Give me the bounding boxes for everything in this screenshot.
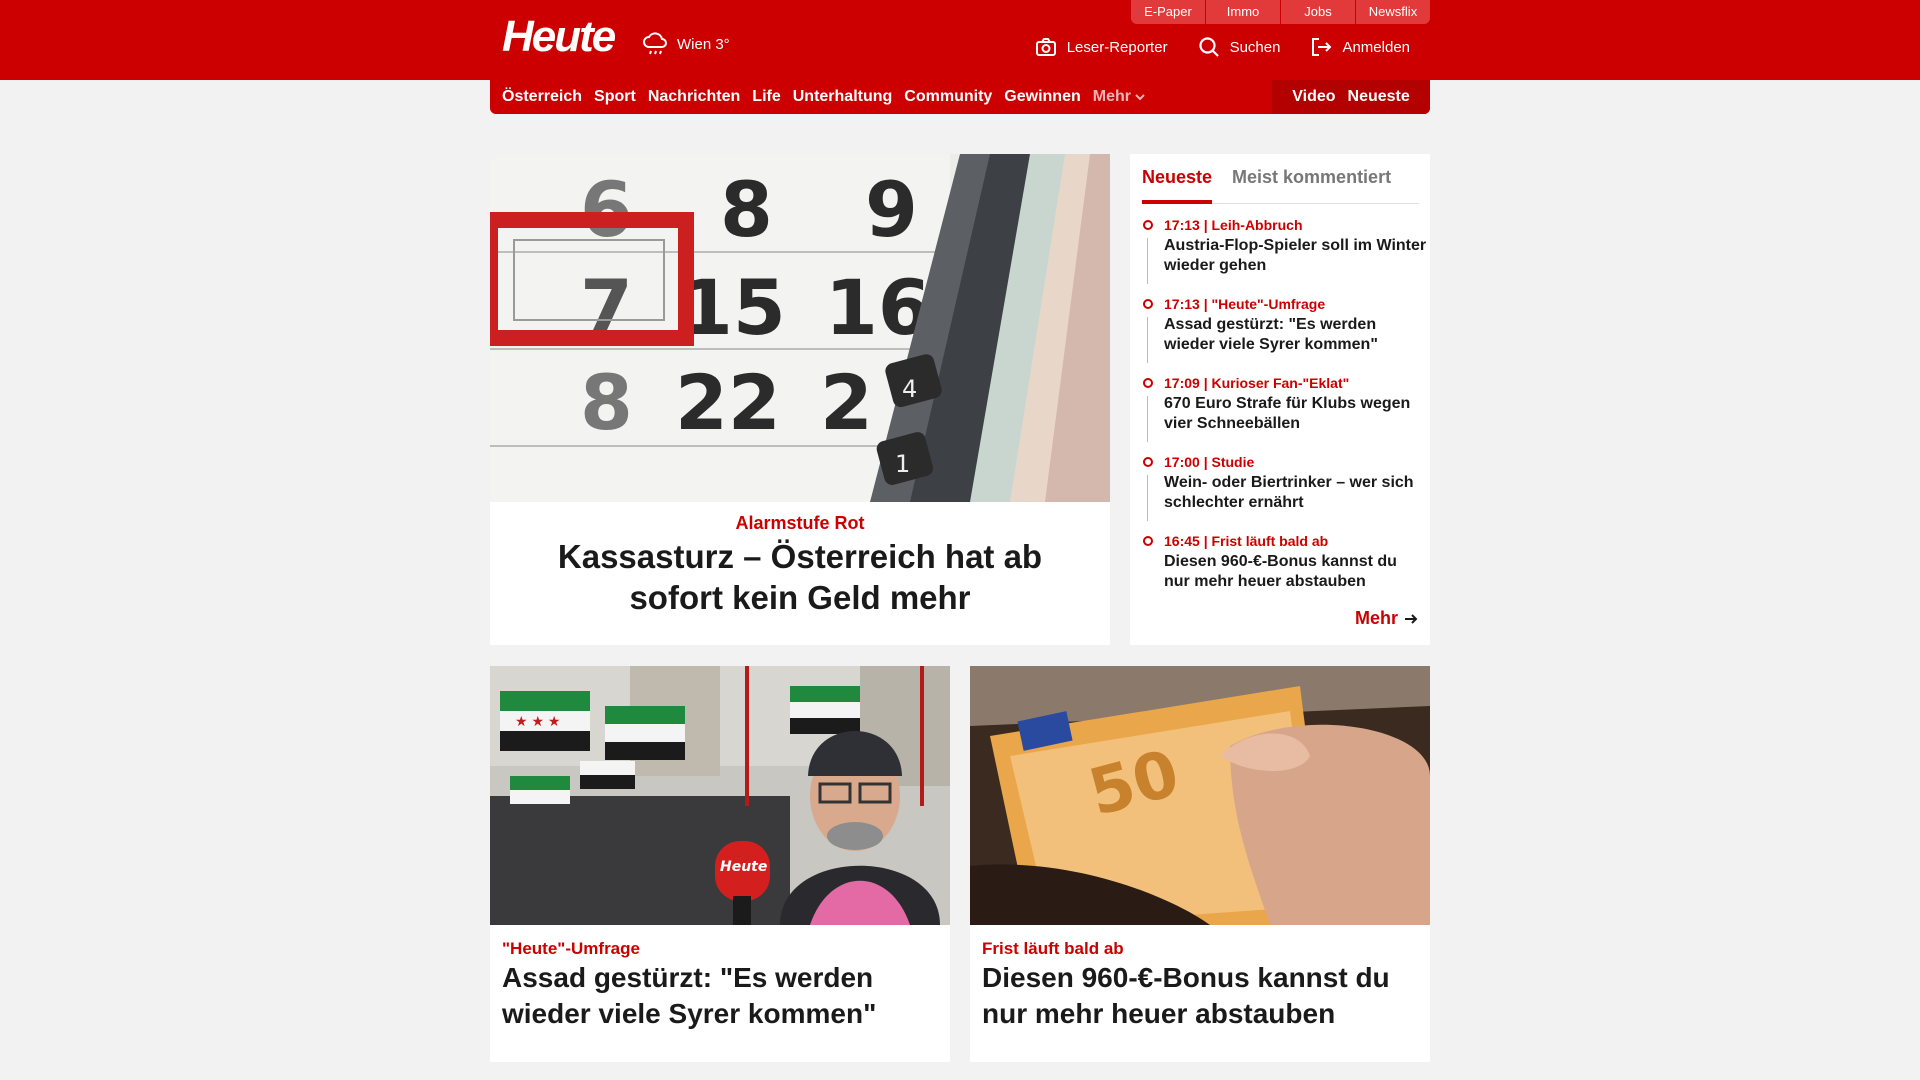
search-icon [1198,37,1219,57]
camera-icon [1035,38,1056,56]
search-label: Suchen [1229,38,1281,56]
list-item[interactable]: 17:09 | Kurioser Fan-"Eklat" 670 Euro St… [1142,374,1427,453]
timeline-dot-icon [1143,457,1153,467]
feed-item-headline[interactable]: 670 Euro Strafe für Klubs wegen vier Sch… [1164,394,1427,434]
article-image-assad[interactable]: ★ ★ ★ Heute [490,666,950,925]
card-kicker[interactable]: "Heute"-Umfrage [502,939,640,959]
more-news-label: Mehr [1354,608,1398,628]
article-card-bonus[interactable]: 50 Frist läuft bald ab Diesen 960-€-Bonu… [970,666,1430,1062]
nav-item-video[interactable]: Video [1292,88,1335,106]
feed-item-headline[interactable]: Diesen 960-€-Bonus kannst du nur mehr he… [1164,552,1427,592]
tab-meist-kommentiert[interactable]: Meist kommentiert [1232,164,1391,203]
feed-item-meta: 16:45 | Frist läuft bald ab [1164,533,1329,549]
list-item[interactable]: 16:45 | Frist läuft bald ab Diesen 960-€… [1142,532,1427,611]
nav-item-community[interactable]: Community [904,88,992,106]
leser-reporter-button[interactable]: Leser-Reporter [1035,36,1168,58]
more-news-link[interactable]: Mehr [1355,608,1418,629]
nav-item-unterhaltung[interactable]: Unterhaltung [793,88,893,106]
hero-kicker[interactable]: Alarmstufe Rot [490,513,1110,534]
timeline-dot-icon [1143,536,1153,546]
search-button[interactable]: Suchen [1198,36,1281,58]
feed-item-meta: 17:00 | Studie [1164,454,1255,470]
tab-neueste[interactable]: Neueste [1142,164,1213,204]
nav-item-sport[interactable]: Sport [594,88,636,106]
svg-text:2: 2 [820,358,873,447]
timeline-dot-icon [1143,378,1153,388]
header-inner: E-Paper Immo Jobs Newsflix Heute Wien 3°… [490,0,1430,80]
news-feed: 17:13 | Leih-Abbruch Austria-Flop-Spiele… [1142,216,1427,611]
arrow-right-icon [1405,613,1418,624]
header-actions: Leser-Reporter Suchen Anmelden [1035,36,1410,58]
service-jobs-link[interactable]: Jobs [1281,0,1355,24]
card-kicker[interactable]: Frist läuft bald ab [982,939,1124,959]
nav-right: Video Neueste [1272,80,1430,114]
timeline-line [1147,396,1148,442]
service-links: E-Paper Immo Jobs Newsflix [1131,0,1430,24]
weather-label: Wien 3° [677,35,730,53]
service-newsflix-link[interactable]: Newsflix [1356,0,1430,24]
nav-item-neueste[interactable]: Neueste [1348,88,1410,106]
list-item[interactable]: 17:00 | Studie Wein- oder Biertrinker – … [1142,453,1427,532]
timeline-line [1147,238,1148,284]
hero-headline[interactable]: Kassasturz – Österreich hat ab sofort ke… [510,536,1090,618]
hero-article[interactable]: 6 8 9 7 15 16 8 22 2 4 1 Alarmstufe Rot … [490,154,1110,645]
svg-text:22: 22 [675,358,781,447]
nav-items: Österreich Sport Nachrichten Life Unterh… [502,80,1145,114]
service-epaper-link[interactable]: E-Paper [1131,0,1205,24]
timeline-dot-icon [1143,299,1153,309]
feed-item-meta: 17:13 | "Heute"-Umfrage [1164,296,1326,312]
login-label: Anmelden [1342,38,1410,56]
card-headline[interactable]: Assad gestürzt: "Es werden wieder viele … [502,960,938,1032]
nav-more-label: Mehr [1092,88,1131,105]
timeline-dot-icon [1143,220,1153,230]
svg-text:15: 15 [680,263,786,352]
leser-reporter-label: Leser-Reporter [1066,38,1168,56]
main-nav: Österreich Sport Nachrichten Life Unterh… [490,80,1430,114]
timeline-line [1147,475,1148,521]
svg-text:8: 8 [720,165,773,254]
site-logo[interactable]: Heute [502,12,616,62]
svg-text:★ ★ ★: ★ ★ ★ [515,713,560,729]
feed-item-headline[interactable]: Austria-Flop-Spieler soll im Winter wied… [1164,236,1427,276]
nav-item-gewinnen[interactable]: Gewinnen [1004,88,1080,106]
chevron-down-icon [1135,94,1145,101]
feed-item-meta: 17:09 | Kurioser Fan-"Eklat" [1164,375,1350,391]
rain-cloud-icon [643,32,667,55]
feed-item-headline[interactable]: Assad gestürzt: "Es werden wieder viele … [1164,315,1427,355]
login-button[interactable]: Anmelden [1310,36,1410,58]
svg-text:8: 8 [580,358,633,447]
service-immo-link[interactable]: Immo [1206,0,1280,24]
svg-text:1: 1 [895,450,910,478]
nav-item-life[interactable]: Life [752,88,780,106]
hero-image[interactable]: 6 8 9 7 15 16 8 22 2 4 1 [490,154,1110,502]
sidebar-tabs: Neueste Meist kommentiert [1142,164,1419,204]
nav-item-oesterreich[interactable]: Österreich [502,88,582,106]
login-icon [1312,38,1332,56]
article-card-assad[interactable]: ★ ★ ★ Heute "Heute"-Umfrage Assad gestür… [490,666,950,1062]
list-item[interactable]: 17:13 | Leih-Abbruch Austria-Flop-Spiele… [1142,216,1427,295]
latest-news-sidebar: Neueste Meist kommentiert 17:13 | Leih-A… [1130,154,1430,645]
feed-item-headline[interactable]: Wein- oder Biertrinker – wer sich schlec… [1164,473,1427,513]
svg-text:4: 4 [902,375,917,403]
article-image-bonus[interactable]: 50 [970,666,1430,925]
timeline-line [1147,317,1148,363]
weather-widget[interactable]: Wien 3° [641,30,730,58]
nav-item-nachrichten[interactable]: Nachrichten [648,88,740,106]
site-header: E-Paper Immo Jobs Newsflix Heute Wien 3°… [0,0,1920,80]
svg-text:Heute: Heute [720,859,767,875]
svg-text:9: 9 [865,165,918,254]
nav-more-dropdown[interactable]: Mehr [1093,88,1145,106]
feed-item-meta: 17:13 | Leih-Abbruch [1164,217,1303,233]
card-headline[interactable]: Diesen 960-€-Bonus kannst du nur mehr he… [982,960,1418,1032]
list-item[interactable]: 17:13 | "Heute"-Umfrage Assad gestürzt: … [1142,295,1427,374]
